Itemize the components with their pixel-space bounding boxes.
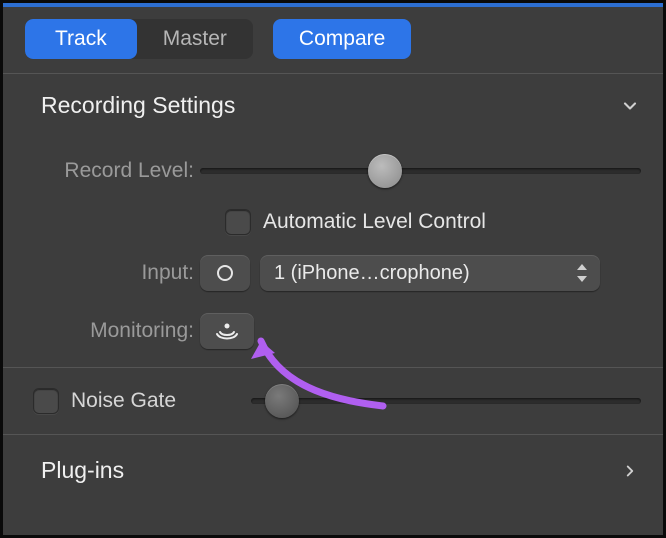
chevron-right-icon bbox=[619, 460, 641, 482]
noise-gate-slider[interactable] bbox=[251, 398, 641, 404]
record-level-thumb[interactable] bbox=[368, 154, 402, 188]
monitoring-icon bbox=[215, 320, 239, 343]
recording-settings-header[interactable]: Recording Settings bbox=[3, 74, 663, 133]
noise-gate-track bbox=[251, 398, 641, 404]
record-level-slider[interactable] bbox=[200, 151, 641, 191]
track-master-segment: Track Master bbox=[25, 19, 253, 59]
section-recording-settings: Recording Settings Record Level: Automat… bbox=[3, 73, 663, 367]
tab-track[interactable]: Track bbox=[25, 19, 137, 59]
noise-gate-row: Noise Gate bbox=[3, 368, 663, 434]
recording-settings-body: Record Level: Automatic Level Control In… bbox=[3, 133, 663, 367]
noise-gate-checkbox[interactable] bbox=[33, 388, 59, 414]
auto-level-row: Automatic Level Control bbox=[225, 209, 641, 235]
record-level-row: Record Level: bbox=[25, 151, 641, 191]
monitoring-toggle-button[interactable] bbox=[200, 313, 254, 349]
noise-gate-thumb[interactable] bbox=[265, 384, 299, 418]
input-label: Input: bbox=[25, 261, 200, 285]
input-channel-mode-button[interactable] bbox=[200, 255, 250, 291]
section-noise-gate: Noise Gate bbox=[3, 367, 663, 434]
section-plugins: Plug-ins bbox=[3, 434, 663, 506]
chevron-down-icon bbox=[619, 95, 641, 117]
input-row: Input: 1 (iPhone…crophone) bbox=[25, 255, 641, 291]
monitoring-label: Monitoring: bbox=[25, 319, 200, 343]
plugins-title: Plug-ins bbox=[41, 457, 124, 484]
plugins-header[interactable]: Plug-ins bbox=[3, 435, 663, 506]
input-device-selected: 1 (iPhone…crophone) bbox=[274, 262, 470, 285]
mono-circle-icon bbox=[217, 265, 233, 281]
recording-settings-title: Recording Settings bbox=[41, 92, 235, 119]
compare-button[interactable]: Compare bbox=[273, 19, 411, 59]
monitoring-row: Monitoring: bbox=[25, 313, 641, 349]
auto-level-label: Automatic Level Control bbox=[263, 210, 486, 234]
record-level-track bbox=[200, 168, 641, 174]
tab-bar: Track Master Compare bbox=[3, 7, 663, 73]
noise-gate-label: Noise Gate bbox=[71, 389, 176, 413]
record-level-label: Record Level: bbox=[25, 159, 200, 183]
input-device-select[interactable]: 1 (iPhone…crophone) bbox=[260, 255, 600, 291]
auto-level-checkbox[interactable] bbox=[225, 209, 251, 235]
inspector-panel: Track Master Compare Recording Settings … bbox=[0, 0, 666, 538]
tab-master[interactable]: Master bbox=[137, 19, 253, 59]
stepper-up-down-icon bbox=[574, 263, 590, 283]
